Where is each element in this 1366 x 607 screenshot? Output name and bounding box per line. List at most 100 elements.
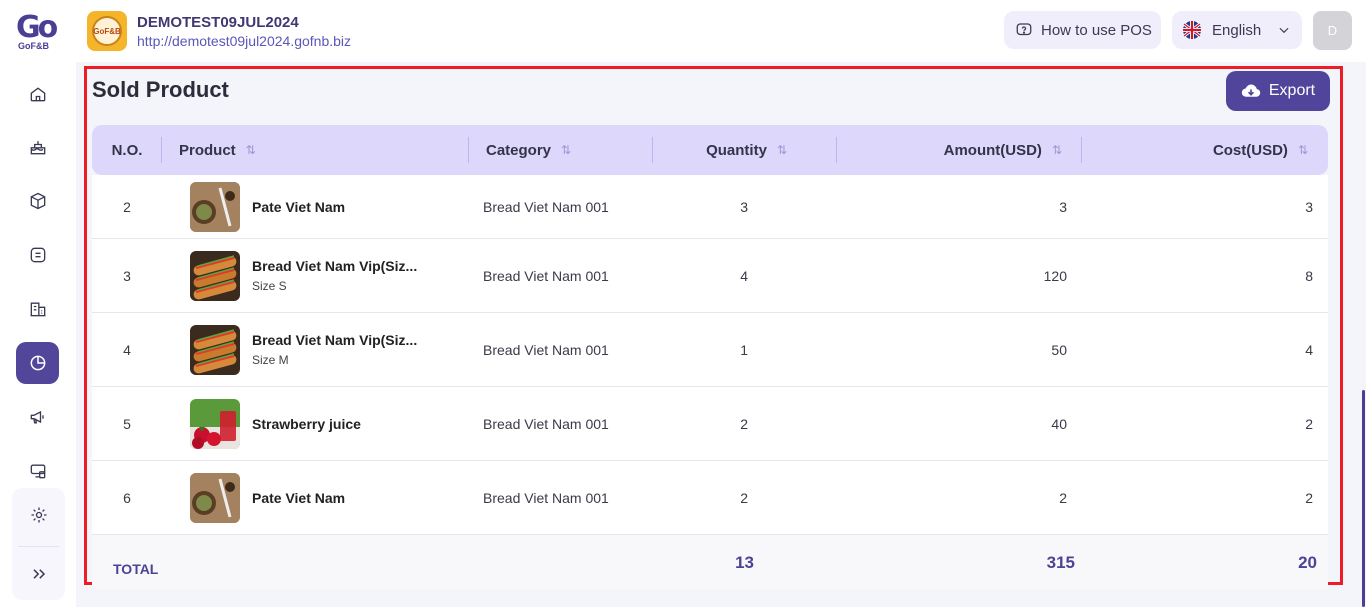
settings-gear-icon [31, 507, 46, 523]
sort-icon[interactable]: ⇅ [777, 143, 787, 157]
sort-icon[interactable]: ⇅ [561, 143, 571, 157]
total-cost: 20 [1298, 552, 1317, 572]
product-variant: Size M [252, 353, 289, 367]
col-header-amount[interactable]: Amount(USD) ⇅ [837, 125, 1082, 175]
page-scrollbar[interactable] [1362, 390, 1365, 607]
store-logo-badge: GoF&B [92, 16, 122, 46]
product-name: Bread Viet Nam Vip(Siz... [252, 258, 418, 274]
how-to-use-label: How to use POS [1041, 21, 1152, 39]
nav-marketing[interactable] [16, 396, 59, 438]
nav-home[interactable] [16, 73, 59, 115]
sort-icon[interactable]: ⇅ [1052, 143, 1062, 157]
chevron-down-icon [1279, 27, 1289, 34]
cost-cell: 2 [1305, 489, 1313, 506]
quantity-cell: 1 [740, 341, 748, 358]
sort-icon[interactable]: ⇅ [1298, 143, 1308, 157]
cost-cell: 4 [1305, 341, 1313, 358]
category-cell: Bread Viet Nam 001 [483, 415, 609, 432]
user-avatar[interactable]: D [1313, 11, 1352, 50]
table-row[interactable]: 3 Bread Viet Nam Vip(Siz... Size S Bread… [92, 239, 1328, 313]
home-icon [30, 87, 45, 102]
row-number: 5 [123, 415, 131, 432]
megaphone-icon [30, 410, 44, 424]
nav-pos[interactable] [16, 450, 59, 492]
col-header-quantity[interactable]: Quantity ⇅ [653, 125, 837, 175]
nav-inventory[interactable] [16, 180, 59, 222]
category-cell: Bread Viet Nam 001 [483, 341, 609, 358]
product-cell[interactable]: Strawberry juice [190, 387, 361, 460]
nav-store[interactable] [16, 288, 59, 330]
category-cell: Bread Viet Nam 001 [483, 198, 609, 215]
sidebar: Go GoF&B [0, 0, 76, 607]
store-url-link[interactable]: http://demotest09jul2024.gofnb.biz [137, 33, 351, 49]
nav-product-management[interactable] [16, 126, 59, 168]
store-name: DEMOTEST09JUL2024 [137, 14, 299, 31]
product-cell[interactable]: Pate Viet Nam [190, 175, 345, 238]
quantity-cell: 2 [740, 489, 748, 506]
store-logo[interactable]: GoF&B [87, 11, 127, 51]
product-cell[interactable]: Bread Viet Nam Vip(Siz... Size M [190, 313, 417, 386]
export-button[interactable]: Export [1226, 71, 1330, 111]
product-name: Pate Viet Nam [252, 489, 346, 506]
language-selector[interactable]: English [1172, 11, 1302, 49]
language-label: English [1212, 21, 1262, 39]
table-total-row: TOTAL 13 315 20 [92, 535, 1328, 590]
gofnb-logo[interactable]: Go GoF&B [14, 10, 60, 54]
product-cell[interactable]: Pate Viet Nam [190, 461, 345, 534]
logo-subtitle: GoF&B [18, 41, 49, 51]
product-text: Pate Viet Nam [252, 199, 345, 215]
total-amount: 315 [1046, 552, 1075, 572]
table-row[interactable]: 4 Bread Viet Nam Vip(Siz... Size M Bread… [92, 313, 1328, 387]
nav-orders[interactable] [16, 234, 59, 276]
amount-cell: 2 [1059, 489, 1067, 506]
product-thumbnail [190, 250, 240, 301]
amount-cell: 120 [1043, 267, 1067, 284]
category-cell: Bread Viet Nam 001 [483, 267, 609, 284]
export-label: Export [1268, 82, 1316, 99]
col-header-product[interactable]: Product ⇅ [162, 125, 469, 175]
product-name: Bread Viet Nam Vip(Siz... [252, 332, 418, 348]
product-thumbnail [190, 398, 240, 449]
sidebar-divider [18, 546, 59, 547]
sidebar-expand-button[interactable] [17, 553, 60, 595]
col-header-cost[interactable]: Cost(USD) ⇅ [1082, 125, 1328, 175]
nav-settings[interactable] [17, 494, 60, 536]
panel-title: Sold Product [92, 77, 229, 102]
table-body: 2 Pate Viet Nam Bread Viet Nam 001 3 3 3… [92, 175, 1328, 535]
amount-cell: 40 [1051, 415, 1067, 432]
report-pie-icon [30, 355, 45, 371]
product-cell[interactable]: Bread Viet Nam Vip(Siz... Size S [190, 239, 417, 312]
pos-device-icon [30, 464, 45, 479]
box-icon [30, 192, 45, 210]
uk-flag-icon [1183, 21, 1201, 39]
row-number: 4 [123, 341, 131, 358]
amount-cell: 3 [1059, 198, 1067, 215]
col-header-label: N.O. [111, 141, 143, 159]
col-header-label: Product [179, 141, 236, 159]
quantity-cell: 2 [740, 415, 748, 432]
cake-icon [30, 141, 45, 155]
amount-cell: 50 [1051, 341, 1067, 358]
product-text: Strawberry juice [252, 416, 361, 432]
how-to-use-pos-button[interactable]: How to use POS [1004, 11, 1161, 49]
product-thumbnail [190, 472, 240, 523]
table-row[interactable]: 5 Strawberry juice Bread Viet Nam 001 2 … [92, 387, 1328, 461]
row-number: 2 [123, 198, 131, 215]
cloud-download-icon [1241, 84, 1261, 97]
category-cell: Bread Viet Nam 001 [483, 489, 609, 506]
col-header-label: Amount(USD) [943, 141, 1042, 159]
nav-report[interactable] [16, 342, 59, 384]
table-row[interactable]: 6 Pate Viet Nam Bread Viet Nam 001 2 2 2 [92, 461, 1328, 535]
cost-cell: 8 [1305, 267, 1313, 284]
col-header-label: Cost(USD) [1212, 141, 1288, 159]
sort-icon[interactable]: ⇅ [246, 143, 256, 157]
col-header-label: Quantity [706, 141, 767, 159]
main-content: Sold Product Export N.O. Product ⇅ Catego… [76, 62, 1360, 602]
sidebar-bottom-group [12, 488, 65, 600]
cost-cell: 2 [1305, 415, 1313, 432]
product-name: Strawberry juice [252, 415, 361, 432]
table-row[interactable]: 2 Pate Viet Nam Bread Viet Nam 001 3 3 3 [92, 175, 1328, 239]
sold-product-table: N.O. Product ⇅ Category ⇅ Quantity ⇅ Amount… [92, 125, 1328, 590]
top-header: GoF&B DEMOTEST09JUL2024 http://demotest0… [76, 0, 1366, 62]
col-header-category[interactable]: Category ⇅ [469, 125, 653, 175]
